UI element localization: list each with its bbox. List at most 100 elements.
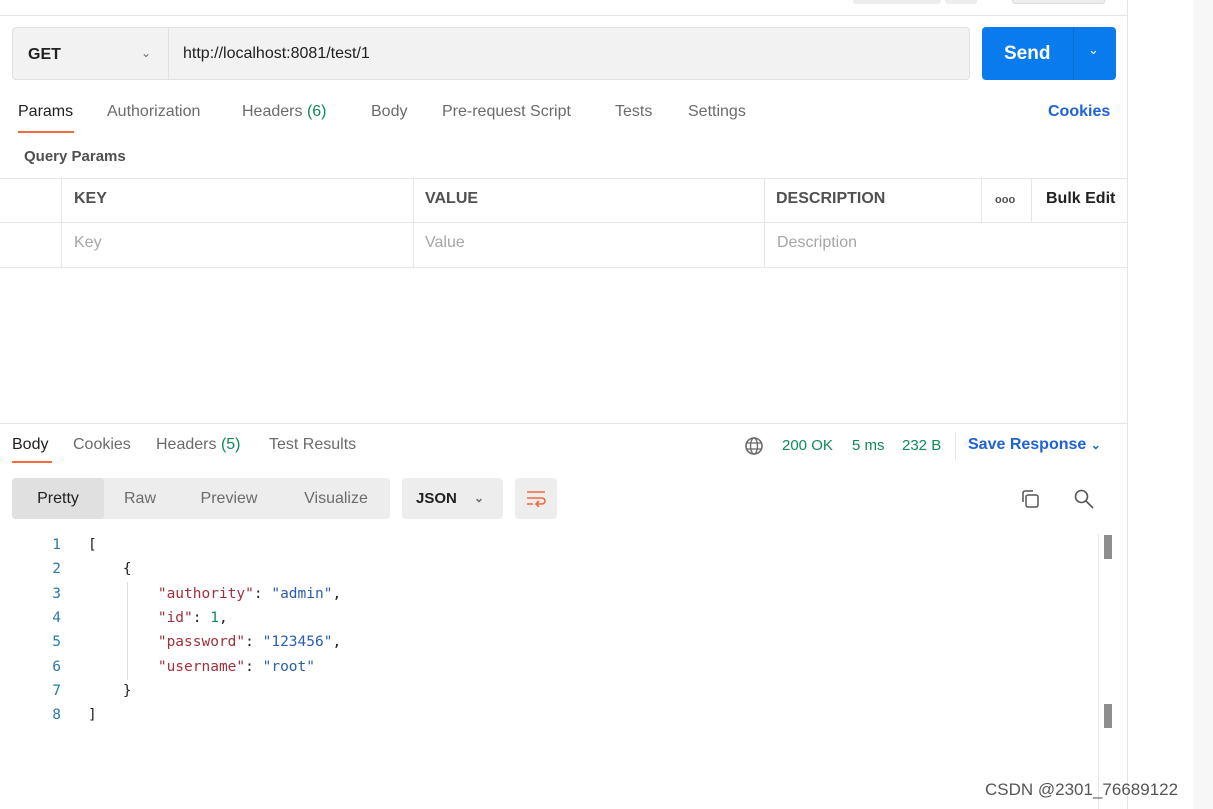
response-tab-headers[interactable]: Headers (5) xyxy=(156,436,241,454)
line-number: 8 xyxy=(52,707,61,724)
scrollbar-marker xyxy=(1104,704,1112,728)
response-time[interactable]: 5 ms xyxy=(852,437,885,454)
active-tab-underline xyxy=(12,461,52,463)
code-token: "root" xyxy=(262,658,315,675)
code-token: , xyxy=(332,585,342,602)
code-token: : xyxy=(192,609,211,626)
tab-label: Settings xyxy=(688,103,746,120)
code-line: "username": "root" xyxy=(88,659,315,675)
tab-label: Pre-request Script xyxy=(442,103,571,120)
indent-guide xyxy=(127,582,128,680)
code-line: [ xyxy=(88,537,97,553)
send-button[interactable]: Send ⌄ xyxy=(982,27,1116,80)
pane-divider xyxy=(1127,0,1128,809)
line-number: 6 xyxy=(52,658,61,675)
tab-tests[interactable]: Tests xyxy=(615,103,652,121)
code-token: "123456" xyxy=(262,634,333,651)
code-token: "password" xyxy=(88,634,246,651)
column-description: DESCRIPTION xyxy=(776,190,886,207)
divider xyxy=(764,178,765,267)
more-options-icon[interactable]: ooo xyxy=(995,194,1015,206)
tab-body[interactable]: Body xyxy=(371,103,407,121)
response-size[interactable]: 232 B xyxy=(902,437,941,454)
code-line: ] xyxy=(88,707,97,723)
tab-label: Authorization xyxy=(107,103,201,120)
code-token: { xyxy=(88,561,132,578)
key-input[interactable]: Key xyxy=(74,234,102,252)
tab-params[interactable]: Params xyxy=(18,103,73,121)
tab-count: (6) xyxy=(306,103,327,120)
view-pretty[interactable]: Pretty xyxy=(12,478,104,519)
code-line: "authority": "admin", xyxy=(88,586,341,602)
tab-headers[interactable]: Headers (6) xyxy=(242,103,327,121)
status-code[interactable]: 200 OK xyxy=(782,437,833,454)
cookies-link[interactable]: Cookies xyxy=(1048,103,1110,121)
code-token: : xyxy=(245,658,263,675)
method-select[interactable]: GET xyxy=(28,46,61,64)
chevron-down-icon: ⌄ xyxy=(1090,438,1101,452)
column-key: KEY xyxy=(74,190,107,207)
code-line: "id": 1, xyxy=(88,610,228,626)
response-tab-test-results[interactable]: Test Results xyxy=(269,436,356,454)
tab-label: Body xyxy=(12,436,49,453)
divider xyxy=(168,28,169,79)
column-value: VALUE xyxy=(425,190,479,207)
divider xyxy=(0,222,1127,223)
response-tab-body[interactable]: Body xyxy=(12,436,48,454)
wrap-lines-button[interactable] xyxy=(515,478,557,519)
save-response-label: Save Response xyxy=(968,436,1087,453)
query-params-title: Query Params xyxy=(24,148,126,165)
line-number: 4 xyxy=(52,609,61,626)
divider xyxy=(1073,27,1074,80)
code-token: : xyxy=(245,634,263,651)
header-button[interactable] xyxy=(853,0,941,4)
view-preview[interactable]: Preview xyxy=(182,478,276,519)
header-button[interactable] xyxy=(945,0,977,4)
format-label: JSON xyxy=(416,490,457,507)
code-token: , xyxy=(218,609,228,626)
divider xyxy=(413,178,414,267)
tab-count: (5) xyxy=(220,436,241,453)
chevron-down-icon[interactable]: ⌄ xyxy=(141,46,151,60)
bulk-edit-button[interactable]: Bulk Edit xyxy=(1046,190,1115,208)
line-number: 3 xyxy=(52,585,61,602)
tab-authorization[interactable]: Authorization xyxy=(107,103,200,121)
url-input[interactable]: http://localhost:8081/test/1 xyxy=(183,45,370,63)
format-select[interactable]: JSON ⌄ xyxy=(402,478,503,519)
view-visualize[interactable]: Visualize xyxy=(288,478,384,519)
chevron-down-icon[interactable]: ⌄ xyxy=(1088,42,1099,58)
globe-icon[interactable] xyxy=(744,436,764,456)
save-response-button[interactable]: Save Response ⌄ xyxy=(968,436,1101,454)
divider xyxy=(0,267,1127,268)
copy-icon[interactable] xyxy=(1020,489,1040,509)
tab-label: Headers xyxy=(242,103,303,120)
divider xyxy=(0,178,1127,179)
scrollbar-thumb[interactable] xyxy=(1104,535,1112,559)
tab-label: Body xyxy=(371,103,408,120)
right-sidebar xyxy=(1193,0,1213,809)
view-mode-group: Pretty Raw Preview Visualize xyxy=(12,478,390,519)
code-token: "id" xyxy=(88,609,193,626)
tab-label: Params xyxy=(18,103,74,120)
divider xyxy=(61,178,62,267)
code-token: "authority" xyxy=(88,585,254,602)
wrap-icon xyxy=(527,491,546,507)
tab-settings[interactable]: Settings xyxy=(688,103,746,121)
value-input[interactable]: Value xyxy=(425,234,465,252)
watermark: CSDN @2301_76689122 xyxy=(985,780,1179,799)
tab-pre-request-script[interactable]: Pre-request Script xyxy=(442,103,571,121)
code-token: } xyxy=(88,682,132,699)
code-token: "username" xyxy=(88,658,246,675)
code-token: : xyxy=(253,585,272,602)
code-token: [ xyxy=(88,537,97,553)
code-token: ] xyxy=(88,707,97,724)
header-toggle[interactable] xyxy=(1012,0,1105,4)
pane-splitter[interactable] xyxy=(0,423,1127,424)
method-label: GET xyxy=(28,46,61,63)
view-raw[interactable]: Raw xyxy=(104,478,176,519)
response-tab-cookies[interactable]: Cookies xyxy=(73,436,131,454)
search-icon[interactable] xyxy=(1073,488,1095,510)
description-input[interactable]: Description xyxy=(777,234,857,252)
line-number: 2 xyxy=(52,561,61,578)
divider xyxy=(981,178,982,222)
